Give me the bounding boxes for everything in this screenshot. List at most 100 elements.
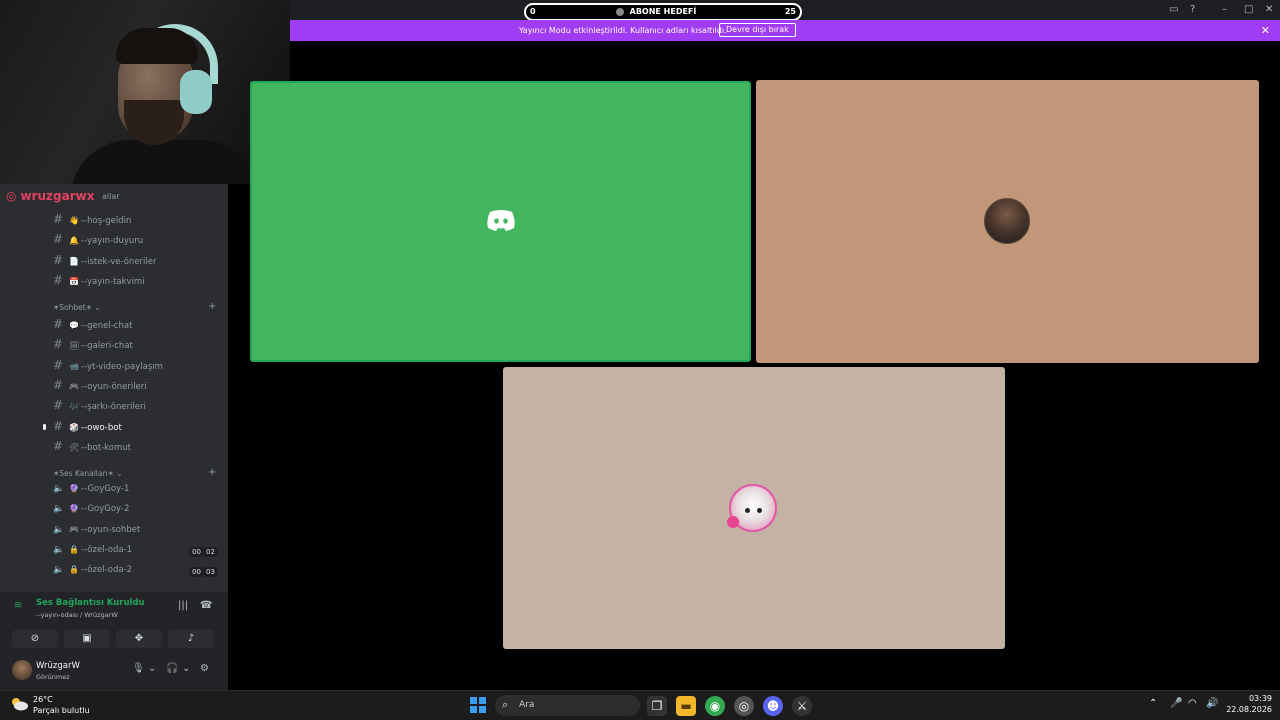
channel-emoji-icon: 🔒: [69, 544, 79, 554]
text-channel[interactable]: # 🛠 --bot-komut: [53, 439, 131, 455]
text-channel[interactable]: # 📄 --istek-ve-öneriler: [53, 253, 157, 269]
channel-label: --oyun-sohbet: [81, 524, 141, 535]
voice-channel[interactable]: 🔈 🔒 --özel-oda-1: [53, 545, 132, 561]
text-channel[interactable]: # 🎲 --owo-bot: [53, 419, 122, 435]
gear-icon[interactable]: ⚙: [200, 663, 209, 674]
app-icon[interactable]: ⚔: [792, 696, 812, 716]
clock-date[interactable]: 22.08.2026: [1222, 705, 1272, 714]
channel-label: --oyun-önerileri: [81, 381, 147, 392]
channel-label: --owo-bot: [81, 422, 122, 433]
search-icon: ⌕: [502, 698, 509, 711]
category-chat[interactable]: ✶Sohbet✶ ⌄: [53, 303, 101, 312]
hash-icon: #: [53, 377, 64, 392]
text-channel[interactable]: # 🎮 --oyun-önerileri: [53, 378, 147, 394]
speaker-icon: 🔈: [53, 565, 65, 576]
weather-desc[interactable]: Parçalı bulutlu: [33, 706, 90, 715]
participant-tile-cat[interactable]: [503, 367, 1005, 649]
participant-tile-discord[interactable]: [250, 81, 751, 362]
channel-emoji-icon: 📹: [69, 361, 79, 371]
weather-temp[interactable]: 26°C: [33, 695, 53, 704]
screen-share-button[interactable]: ▣: [64, 630, 110, 648]
channel-label: --galeri-chat: [81, 341, 133, 352]
category-voice[interactable]: ✶Ses Kanalları✶ ⌄: [53, 469, 123, 478]
chevron-down-icon[interactable]: ⌄: [182, 663, 190, 674]
participant-tile-user[interactable]: [756, 80, 1259, 363]
participant-avatar: [984, 198, 1030, 244]
channel-label: --bot-komut: [81, 442, 131, 453]
channel-sidebar: ◎ wruzgarwx allar # 👋 --hoş-geldin # 🔔 --yayın…: [0, 184, 228, 690]
start-button[interactable]: [470, 697, 486, 713]
tray-chevron-icon[interactable]: ⌃: [1149, 698, 1157, 709]
text-channel[interactable]: # 🖼 --galeri-chat: [53, 337, 133, 353]
task-view-icon[interactable]: ❐: [647, 696, 667, 716]
channel-label: --istek-ve-öneriler: [81, 256, 157, 267]
chrome-icon[interactable]: ◉: [705, 696, 725, 716]
hash-icon: #: [53, 398, 64, 413]
channel-emoji-icon: 🎶: [69, 402, 79, 412]
hash-icon: #: [53, 317, 64, 331]
channel-label: --yayın-duyuru: [81, 236, 144, 247]
channel-emoji-icon: 🔮: [69, 484, 79, 493]
noise-suppression-icon[interactable]: |||: [178, 600, 188, 611]
channel-label: --özel-oda-1: [81, 544, 133, 555]
unread-indicator: [43, 424, 46, 430]
channel-emoji-icon: 🎮: [69, 524, 79, 534]
channel-emoji-icon: 👋: [69, 216, 79, 225]
webcam-overlay: [0, 0, 290, 184]
channel-label: --yayın-takvimi: [81, 276, 145, 287]
voice-channel[interactable]: 🔈 🔮 --GoyGoy-1: [53, 484, 129, 500]
text-channel[interactable]: # 📅 --yayın-takvimi: [53, 273, 145, 289]
weather-cloud-icon[interactable]: [10, 697, 28, 711]
close-window-icon[interactable]: ✕: [1265, 4, 1273, 15]
voice-channel[interactable]: 🔈 🔮 --GoyGoy-2: [53, 504, 129, 520]
voice-status-subtitle: --yayın-odası / WrüzgarW: [36, 611, 118, 619]
soundboard-button[interactable]: ♪: [168, 630, 214, 648]
channel-emoji-icon: 🔔: [69, 236, 79, 246]
volume-icon[interactable]: 🔊: [1206, 698, 1218, 709]
user-count-badge: 00: [189, 567, 204, 578]
activities-button[interactable]: ✥: [116, 630, 162, 648]
voice-channel[interactable]: 🔈 🎮 --oyun-sohbet: [53, 525, 140, 541]
maximize-icon[interactable]: □: [1244, 4, 1253, 15]
add-channel-icon[interactable]: +: [208, 301, 216, 312]
search-input[interactable]: ⌕ Ara: [495, 695, 640, 716]
username[interactable]: WrüzgarW: [36, 661, 80, 671]
wifi-icon[interactable]: ◠: [1188, 698, 1197, 709]
hash-icon: #: [53, 232, 64, 247]
text-channel[interactable]: # 📹 --yt-video-paylaşım: [53, 358, 163, 374]
text-channel[interactable]: # 💬 --genel-chat: [53, 317, 132, 333]
channel-label: --genel-chat: [81, 321, 133, 331]
text-channel[interactable]: # 🎶 --şarkı-önerileri: [53, 398, 146, 414]
voice-channel[interactable]: 🔈 🔒 --özel-oda-2: [53, 565, 132, 581]
text-channel[interactable]: # 🔔 --yayın-duyuru: [53, 232, 143, 248]
tray-microphone-icon[interactable]: 🎤: [1170, 698, 1182, 709]
discord-logo-icon: [487, 210, 515, 231]
minimize-icon[interactable]: –: [1222, 4, 1227, 15]
search-label: Ara: [519, 700, 535, 710]
channel-label: --hoş-geldin: [81, 216, 132, 226]
disable-streamer-mode-button[interactable]: Devre dışı bırak: [719, 23, 796, 37]
help-icon[interactable]: ?: [1190, 4, 1195, 15]
voice-status-title[interactable]: Ses Bağlantısı Kuruldu: [36, 598, 145, 608]
hash-icon: #: [53, 252, 64, 267]
inbox-icon[interactable]: ▭: [1169, 4, 1178, 15]
microphone-icon[interactable]: 🎙: [132, 663, 145, 674]
clock-time[interactable]: 03:39: [1240, 694, 1272, 703]
signal-icon[interactable]: ≋: [14, 600, 22, 611]
discord-app-icon[interactable]: ☻: [763, 696, 783, 716]
headphones-icon[interactable]: 🎧: [166, 663, 178, 674]
avatar[interactable]: [12, 660, 32, 680]
instagram-handle: wruzgarwx: [20, 189, 95, 203]
participant-avatar-cat: [727, 484, 777, 532]
goal-max: 25: [784, 7, 796, 16]
text-channel[interactable]: # 👋 --hoş-geldin: [53, 212, 131, 228]
obs-icon[interactable]: ◎: [734, 696, 754, 716]
streamer-mode-banner: Yayıncı Modu etkinleştirildi. Kullanıcı …: [290, 20, 1280, 41]
camera-off-button[interactable]: ⊘: [12, 630, 58, 648]
channel-label: --yt-video-paylaşım: [81, 361, 163, 372]
file-explorer-icon[interactable]: ▬: [676, 696, 696, 716]
banner-close-icon[interactable]: ✕: [1261, 24, 1270, 37]
add-voice-channel-icon[interactable]: +: [208, 467, 216, 478]
chevron-down-icon[interactable]: ⌄: [148, 663, 156, 674]
disconnect-icon[interactable]: ☎: [200, 600, 212, 611]
